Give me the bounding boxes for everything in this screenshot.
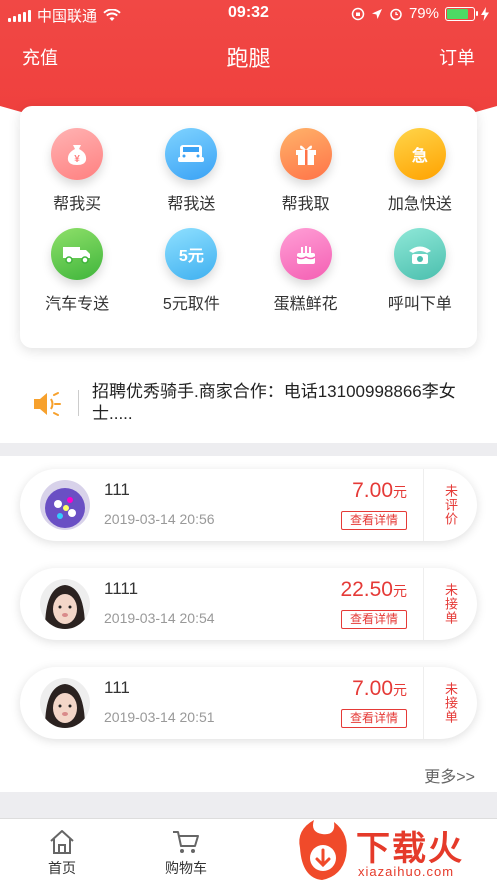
- home-icon: [50, 830, 74, 854]
- page-title: 跑腿: [226, 46, 271, 71]
- price-unit: 元: [393, 583, 407, 599]
- service-truck[interactable]: 汽车专送: [20, 228, 134, 314]
- order-id: 1111: [104, 579, 139, 598]
- order-price: 7.00元: [352, 479, 407, 503]
- price-value: 7.00: [352, 479, 393, 502]
- service-glyph: 急: [411, 148, 428, 165]
- car-icon: [165, 128, 218, 180]
- order-id: 111: [104, 480, 130, 499]
- status-bar: 中国联通 09:32 79%: [0, 0, 497, 28]
- phone-icon: [393, 228, 446, 280]
- tab-cart[interactable]: 购物车: [151, 829, 221, 878]
- charging-icon: [481, 6, 489, 21]
- service-label: 帮我取: [281, 196, 330, 213]
- service-five-yuan[interactable]: 5元 5元取件: [134, 228, 248, 314]
- order-id: 111: [104, 678, 130, 697]
- service-cake[interactable]: 蛋糕鲜花: [249, 228, 363, 314]
- cart-icon: [173, 831, 199, 853]
- more-link[interactable]: 更多>>: [424, 763, 475, 787]
- order-time: 2019-03-14 20:51: [104, 709, 215, 725]
- order-status: 未接单: [423, 568, 477, 640]
- service-label: 汽车专送: [45, 296, 110, 313]
- order-time: 2019-03-14 20:54: [104, 610, 215, 626]
- price-value: 22.50: [340, 578, 393, 601]
- service-gift[interactable]: 帮我取: [249, 128, 363, 214]
- service-money-bag[interactable]: ¥ 帮我买: [20, 128, 134, 214]
- price-value: 7.00: [352, 677, 393, 700]
- svg-text:¥: ¥: [74, 154, 80, 165]
- announcement-bar[interactable]: 招聘优秀骑手.商家合作：电话13100998866李女士.....: [0, 372, 497, 432]
- order-time: 2019-03-14 20:56: [104, 511, 215, 527]
- service-grid-card: ¥ 帮我买 帮我送 帮我取 急加急快送汽车专送 5元 5元取件 蛋糕鲜花 呼叫下单: [20, 106, 477, 348]
- order-card[interactable]: 1111 2019-03-14 20:54 22.50元查看详情 未接单: [20, 568, 477, 640]
- money-bag-icon: ¥: [51, 128, 104, 180]
- service-phone[interactable]: 呼叫下单: [363, 228, 477, 314]
- nav-bar: 充值 跑腿 订单: [0, 38, 497, 74]
- order-status-text: 未接单: [443, 682, 458, 724]
- service-urgent[interactable]: 急加急快送: [363, 128, 477, 214]
- rotation-lock-icon: [351, 7, 365, 20]
- avatar: [40, 480, 90, 530]
- battery-percent: 79%: [408, 5, 439, 22]
- cake-icon: [279, 228, 332, 280]
- order-price: 22.50元: [340, 578, 407, 602]
- order-status: 未接单: [423, 667, 477, 739]
- price-unit: 元: [393, 484, 407, 500]
- avatar: [40, 678, 90, 728]
- order-card[interactable]: 111 2019-03-14 20:56 7.00元查看详情 未评价: [20, 469, 477, 541]
- truck-icon: [51, 228, 104, 280]
- tab-home[interactable]: 首页: [27, 829, 97, 878]
- watermark: 下载火 xiazaihuo.com: [292, 818, 497, 883]
- service-label: 帮我送: [167, 196, 216, 213]
- price-unit: 元: [393, 682, 407, 698]
- tab-home-label: 首页: [48, 860, 76, 876]
- watermark-text: 下载火: [356, 830, 464, 868]
- speaker-icon: [34, 392, 61, 416]
- orders-button[interactable]: 订单: [439, 44, 475, 70]
- divider: [78, 390, 79, 416]
- service-label: 加急快送: [387, 196, 452, 213]
- avatar: [40, 579, 90, 629]
- view-details-button[interactable]: 查看详情: [341, 610, 407, 629]
- order-price: 7.00元: [352, 677, 407, 701]
- service-label: 5元取件: [162, 296, 220, 313]
- order-status-text: 未评价: [443, 484, 458, 526]
- five-yuan-icon: 5元: [165, 228, 218, 280]
- view-details-button[interactable]: 查看详情: [341, 709, 407, 728]
- battery-icon: [445, 6, 478, 21]
- order-status-text: 未接单: [443, 583, 458, 625]
- gift-icon: [279, 128, 332, 180]
- watermark-url: xiazaihuo.com: [358, 864, 455, 879]
- location-icon: [371, 8, 382, 19]
- order-card[interactable]: 111 2019-03-14 20:51 7.00元查看详情 未接单: [20, 667, 477, 739]
- flame-logo: [299, 820, 347, 880]
- service-glyph: 5元: [178, 248, 204, 265]
- order-status: 未评价: [423, 469, 477, 541]
- view-details-button[interactable]: 查看详情: [341, 511, 407, 530]
- urgent-icon: 急: [393, 128, 446, 180]
- service-label: 蛋糕鲜花: [273, 296, 338, 313]
- tab-cart-label: 购物车: [165, 860, 207, 876]
- alarm-icon: [390, 8, 402, 20]
- service-car[interactable]: 帮我送: [134, 128, 248, 214]
- announcement-text: 招聘优秀骑手.商家合作：电话13100998866李女士.....: [92, 382, 456, 423]
- service-label: 帮我买: [53, 196, 102, 213]
- service-label: 呼叫下单: [387, 296, 452, 313]
